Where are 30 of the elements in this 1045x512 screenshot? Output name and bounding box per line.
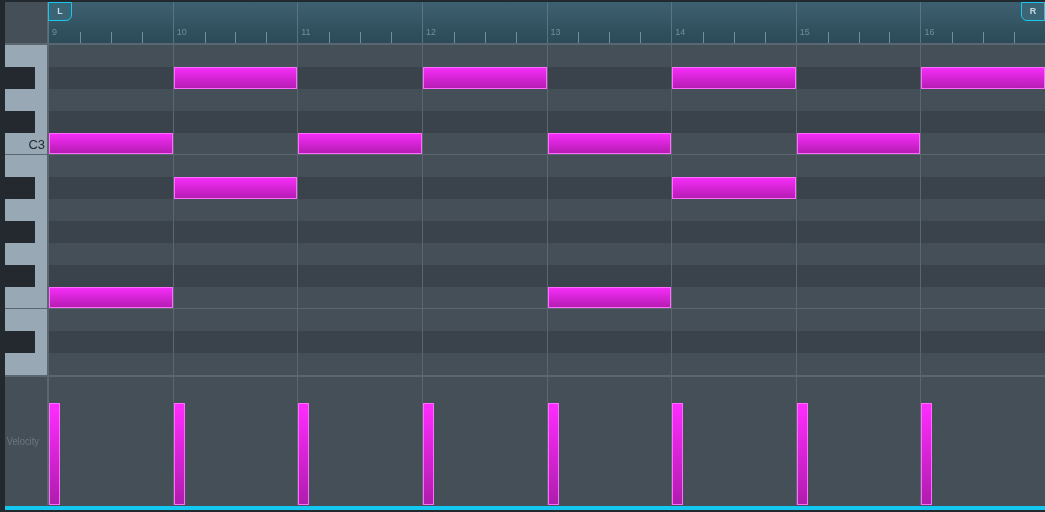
velocity-bar[interactable] bbox=[547, 402, 559, 505]
bar-number: 14 bbox=[675, 28, 686, 37]
key-label: C3 bbox=[28, 138, 45, 151]
velocity-bar[interactable] bbox=[796, 402, 808, 505]
note-block[interactable] bbox=[921, 67, 1045, 89]
velocity-bar[interactable] bbox=[921, 402, 933, 505]
velocity-bar[interactable] bbox=[298, 402, 310, 505]
note-block[interactable] bbox=[547, 287, 672, 308]
bar-number: 11 bbox=[301, 28, 311, 37]
bar-number: 10 bbox=[176, 28, 187, 37]
note-block[interactable] bbox=[49, 287, 173, 308]
note-block[interactable] bbox=[49, 133, 173, 154]
note-block[interactable] bbox=[173, 177, 298, 199]
note-block[interactable] bbox=[672, 67, 796, 89]
velocity-bar[interactable] bbox=[49, 402, 60, 505]
bar-number: 12 bbox=[425, 28, 436, 37]
note-block[interactable] bbox=[672, 177, 796, 199]
bar-number: 15 bbox=[799, 28, 810, 37]
velocity-bar[interactable] bbox=[173, 402, 185, 505]
note-block[interactable] bbox=[796, 133, 921, 154]
note-block[interactable] bbox=[547, 133, 672, 154]
loop-start-marker[interactable]: L bbox=[48, 2, 72, 21]
bar-number: 16 bbox=[924, 28, 935, 37]
note-block[interactable] bbox=[422, 67, 547, 89]
note-block[interactable] bbox=[173, 67, 298, 89]
bar-number: 13 bbox=[550, 28, 561, 37]
note-block[interactable] bbox=[298, 133, 422, 154]
velocity-bar[interactable] bbox=[672, 402, 684, 505]
velocity-bar[interactable] bbox=[422, 402, 434, 505]
loop-end-marker[interactable]: R bbox=[1021, 2, 1045, 21]
